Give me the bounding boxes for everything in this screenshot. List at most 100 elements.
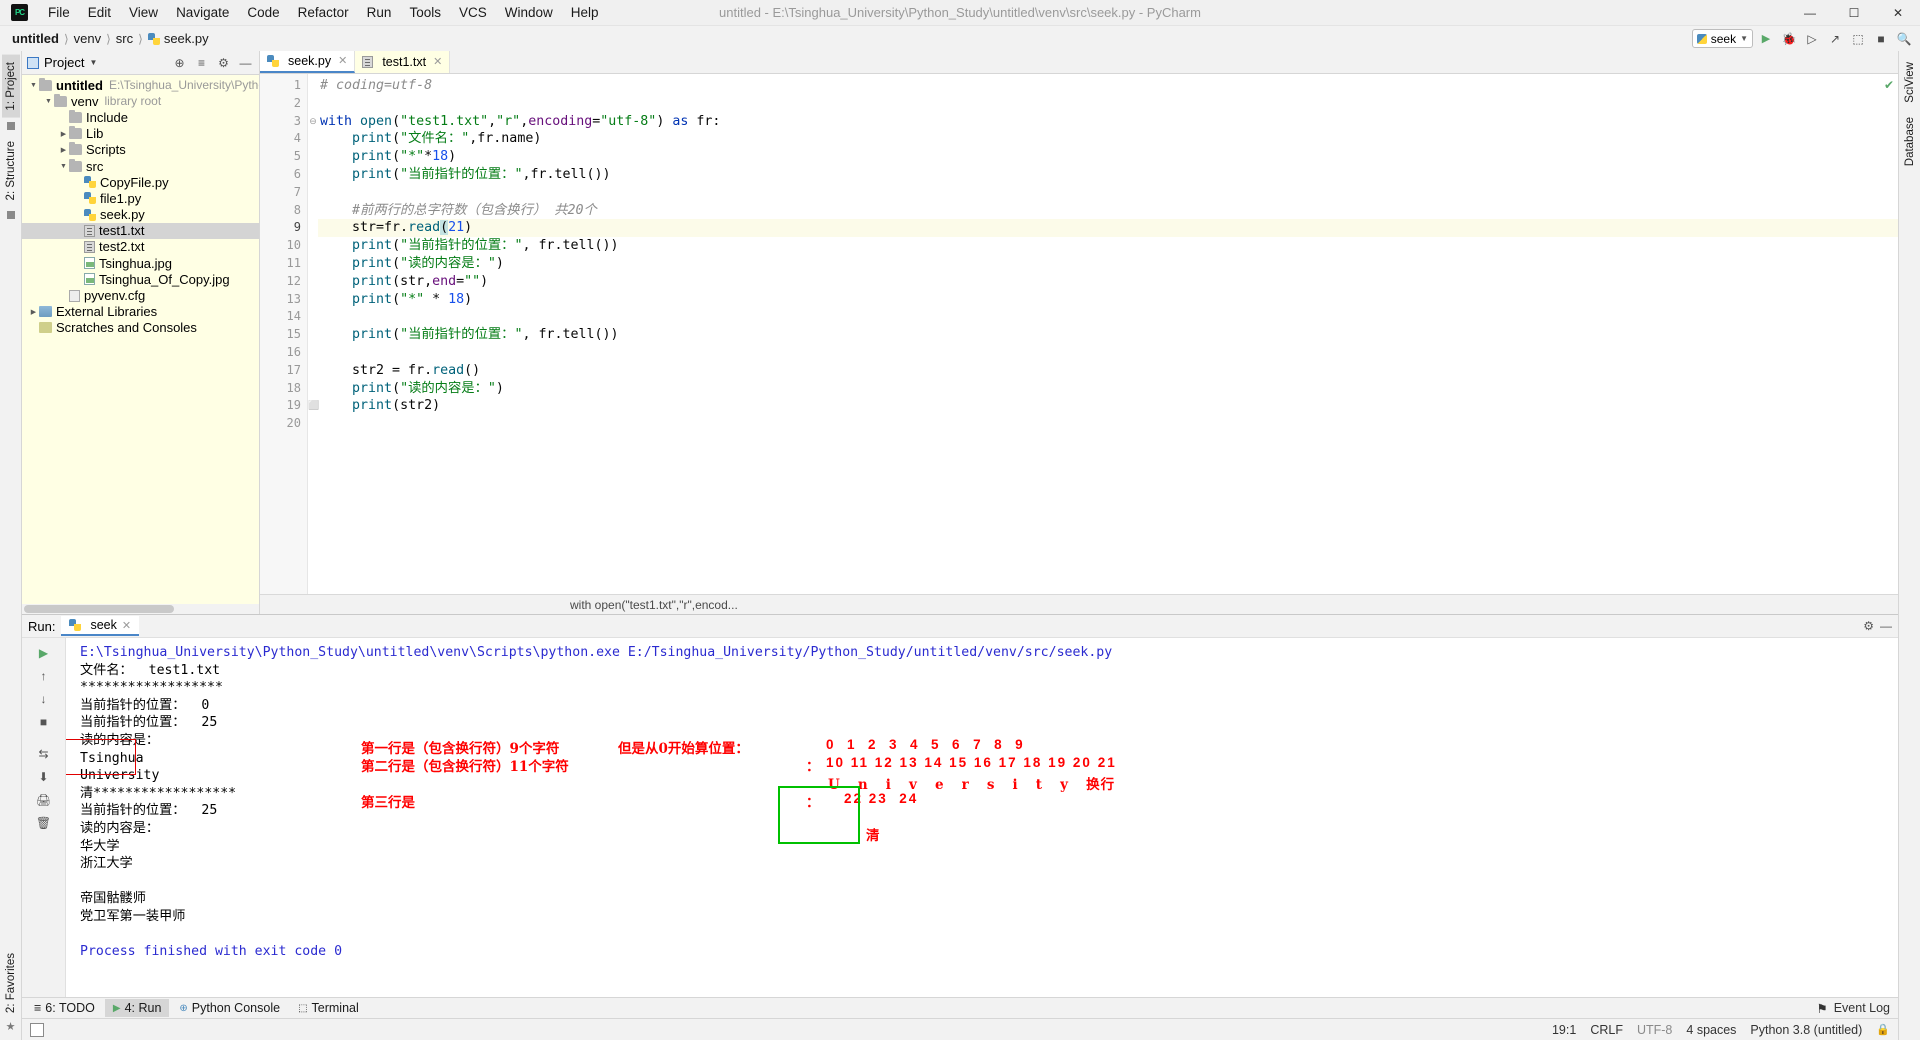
menu-help[interactable]: Help [562,2,608,23]
search-icon[interactable]: 🔍 [1894,29,1914,49]
tree-node[interactable]: Include [22,109,259,125]
tree-node[interactable]: ▼ src [22,158,259,174]
code-line[interactable] [318,95,1898,113]
code-line[interactable]: print(str2) [318,397,1898,415]
scroll-to-end-button[interactable]: ⬇ [34,767,54,787]
rerun-button[interactable]: ▶ [34,643,54,663]
close-icon[interactable]: ✕ [122,619,131,632]
chevron-down-icon[interactable]: ▼ [89,58,97,67]
tree-node[interactable]: ▼ venv library root [22,93,259,109]
code-line[interactable]: print(str,end="") [318,273,1898,291]
hide-panel-icon[interactable]: — [237,54,254,71]
menu-view[interactable]: View [120,2,167,23]
tree-node[interactable]: Tsinghua_Of_Copy.jpg [22,271,259,287]
scroll-down-button[interactable]: ↓ [34,689,54,709]
breadcrumb-project[interactable]: untitled [12,31,59,46]
menu-vcs[interactable]: VCS [450,2,496,23]
code-line[interactable]: print("*" * 18) [318,291,1898,309]
menu-code[interactable]: Code [238,2,288,23]
menu-tools[interactable]: Tools [400,2,450,23]
project-hscrollbar[interactable] [22,604,259,614]
tree-node[interactable]: pyvenv.cfg [22,287,259,303]
code-line[interactable]: #前两行的总字符数（包含换行） 共20个 [318,202,1898,220]
indent-setting[interactable]: 4 spaces [1686,1023,1736,1037]
code-line[interactable]: print("当前指针的位置：", fr.tell()) [318,326,1898,344]
menu-window[interactable]: Window [496,2,562,23]
event-log-area[interactable]: ⚑ Event Log [1816,1001,1890,1016]
tree-node[interactable]: test2.txt [22,239,259,255]
code-line[interactable]: str=fr.read(21) [318,219,1898,238]
menu-edit[interactable]: Edit [79,2,120,23]
code-line[interactable] [318,308,1898,326]
bottom-tab-todo[interactable]: ≡ 6: TODO [26,999,103,1017]
tree-node[interactable]: Tsinghua.jpg [22,255,259,271]
hide-panel-icon[interactable]: — [1880,619,1892,633]
code-line[interactable]: str2 = fr.read() [318,362,1898,380]
tree-node[interactable]: file1.py [22,190,259,206]
menu-navigate[interactable]: Navigate [167,2,238,23]
code-line[interactable] [318,184,1898,202]
chevron-right-icon[interactable]: ▶ [28,308,39,316]
maximize-button[interactable]: ☐ [1832,0,1876,26]
collapse-all-icon[interactable]: ≡ [193,54,210,71]
fold-toggle-icon[interactable]: ⬜ [308,397,319,415]
bottom-tab-terminal[interactable]: ⬚ Terminal [290,999,367,1017]
code-line[interactable]: print("读的内容是：") [318,380,1898,398]
tab-test1-txt[interactable]: test1.txt ✕ [355,50,451,73]
code-line[interactable]: with open("test1.txt","r",encoding="utf-… [318,113,1898,131]
scroll-up-button[interactable]: ↑ [34,666,54,686]
code-line[interactable]: print("读的内容是：") [318,255,1898,273]
tree-node[interactable]: test1.txt [22,222,259,239]
coverage-button[interactable]: ▷ [1802,29,1822,49]
sidebar-tab-project[interactable]: 1: Project [1,55,20,118]
menu-run[interactable]: Run [358,2,401,23]
menu-file[interactable]: File [39,2,79,23]
bottom-tab-python-console[interactable]: ⊕ Python Console [171,999,288,1017]
close-button[interactable]: ✕ [1876,0,1920,26]
code-viewport[interactable]: 1 2 3 4 5 6 7 8 9 10 11 12 13 14 15 16 17 18 19 20 ⊖ ⬜ # cod… [260,74,1898,594]
attach-button[interactable]: ⬚ [1848,29,1868,49]
sidebar-tab-database[interactable]: Database [1901,110,1919,173]
code-line[interactable]: print("当前指针的位置：",fr.tell()) [318,166,1898,184]
chevron-right-icon[interactable]: ▶ [58,146,69,154]
tab-seek-py[interactable]: seek.py ✕ [260,50,356,73]
tree-node[interactable]: CopyFile.py [22,174,259,190]
menu-refactor[interactable]: Refactor [289,2,358,23]
chevron-right-icon[interactable]: ▶ [58,130,69,138]
sidebar-tab-structure[interactable]: 2: Structure [2,134,20,207]
tree-node[interactable]: ▼ untitled E:\Tsinghua_University\Python_S… [22,77,259,93]
stop-button[interactable]: ■ [1871,29,1891,49]
debug-button[interactable]: 🐞 [1779,29,1799,49]
locate-icon[interactable]: ⊕ [171,54,188,71]
tree-node[interactable]: ▶ External Libraries [22,304,259,320]
chevron-down-icon[interactable]: ▼ [43,98,54,105]
breadcrumb-src[interactable]: src [116,31,133,46]
clear-all-button[interactable]: 🗑 [34,813,54,833]
code-line[interactable] [318,344,1898,362]
soft-wrap-button[interactable]: ⇆ [34,744,54,764]
code-line[interactable]: # coding=utf-8 [318,77,1898,95]
code-text[interactable]: # coding=utf-8 with open("test1.txt","r"… [318,74,1898,594]
code-line[interactable]: print("*"*18) [318,148,1898,166]
tree-node[interactable]: ▶ Scripts [22,142,259,158]
file-encoding[interactable]: UTF-8 [1637,1023,1672,1037]
caret-position[interactable]: 19:1 [1552,1023,1576,1037]
tree-node[interactable]: ▶ Lib [22,126,259,142]
print-button[interactable]: 🖨 [34,790,54,810]
bottom-tab-run[interactable]: ▶ 4: Run [104,999,170,1017]
memory-indicator[interactable] [30,1022,44,1037]
run-button[interactable]: ▶ [1756,29,1776,49]
run-tab-seek[interactable]: seek ✕ [61,616,140,636]
inspection-status-icon[interactable]: ✔ [1884,78,1894,92]
stop-button[interactable]: ■ [34,712,54,732]
tree-node[interactable]: Scratches and Consoles [22,320,259,336]
code-line[interactable] [318,415,1898,433]
project-hscroll-thumb[interactable] [24,605,174,613]
gear-icon[interactable]: ⚙ [1863,619,1874,633]
code-line[interactable]: print("当前指针的位置：", fr.tell()) [318,237,1898,255]
chevron-down-icon[interactable]: ▼ [58,163,69,170]
breadcrumb-file[interactable]: seek.py [164,31,209,46]
python-interpreter[interactable]: Python 3.8 (untitled) [1750,1023,1862,1037]
code-folding-gutter[interactable]: ⊖ ⬜ [308,74,319,594]
gear-icon[interactable]: ⚙ [215,54,232,71]
